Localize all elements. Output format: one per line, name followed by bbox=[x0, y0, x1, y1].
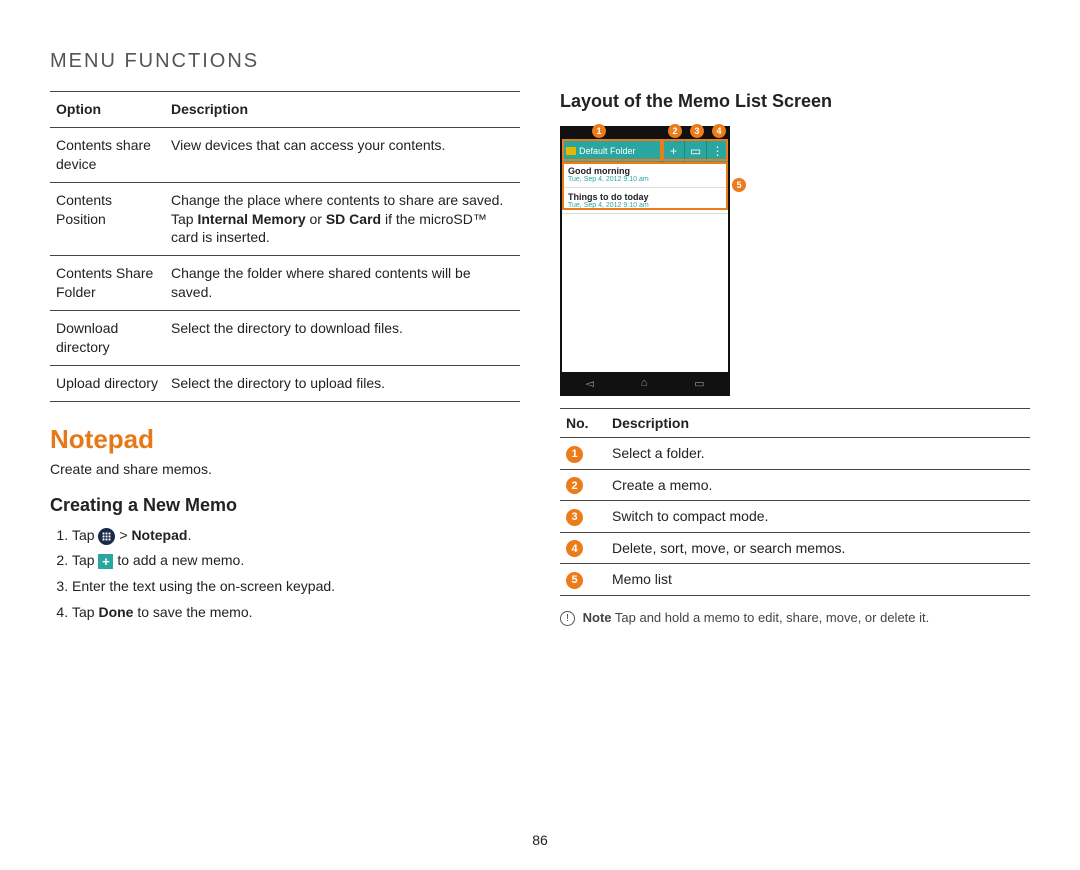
table-row: Download directory Select the directory … bbox=[50, 311, 520, 366]
phone-nav-bar: ◅ ⌂ ▭ bbox=[562, 372, 728, 394]
table-row: Upload directory Select the directory to… bbox=[50, 365, 520, 401]
recent-apps-icon[interactable]: ▭ bbox=[694, 377, 704, 390]
table-row: 4 Delete, sort, move, or search memos. bbox=[560, 532, 1030, 564]
step-3: Enter the text using the on-screen keypa… bbox=[72, 577, 520, 597]
right-column: Layout of the Memo List Screen 1 2 3 4 5… bbox=[560, 91, 1030, 628]
steps-list: Tap > Notepad. Tap + to add a new memo. … bbox=[50, 526, 520, 622]
phone-screenshot: 1 2 3 4 5 Default Folder + ▭ ⋮ bbox=[560, 122, 730, 408]
callout-number: 3 bbox=[566, 509, 583, 526]
callout-5: 5 bbox=[732, 178, 746, 192]
options-table: Option Description Contents share device… bbox=[50, 91, 520, 402]
callout-1: 1 bbox=[592, 124, 606, 138]
option-name: Contents Share Folder bbox=[50, 256, 165, 311]
note-text: Tap and hold a memo to edit, share, move… bbox=[612, 610, 930, 625]
numdesc-header-no: No. bbox=[560, 409, 606, 438]
callout-desc: Create a memo. bbox=[606, 469, 1030, 501]
option-desc: Change the folder where shared contents … bbox=[165, 256, 520, 311]
note: ! Note Tap and hold a memo to edit, shar… bbox=[560, 610, 1030, 626]
option-name: Contents share device bbox=[50, 127, 165, 182]
options-header-description: Description bbox=[165, 92, 520, 128]
callout-2: 2 bbox=[668, 124, 682, 138]
page-title: MENU FUNCTIONS bbox=[50, 50, 1030, 73]
option-name: Download directory bbox=[50, 311, 165, 366]
option-name: Contents Position bbox=[50, 182, 165, 256]
page-number: 86 bbox=[0, 832, 1080, 848]
table-row: Contents share device View devices that … bbox=[50, 127, 520, 182]
memo-list: Good morning Tue, Sep 4, 2012 9:10 am Th… bbox=[562, 162, 728, 372]
notepad-subtitle: Create and share memos. bbox=[50, 461, 520, 477]
option-desc: Change the place where contents to share… bbox=[165, 182, 520, 256]
creating-memo-heading: Creating a New Memo bbox=[50, 495, 520, 516]
callout-desc: Delete, sort, move, or search memos. bbox=[606, 532, 1030, 564]
step-2: Tap + to add a new memo. bbox=[72, 551, 520, 571]
apps-icon bbox=[98, 528, 115, 545]
note-icon: ! bbox=[560, 611, 575, 626]
callout-number: 1 bbox=[566, 446, 583, 463]
table-row: 3 Switch to compact mode. bbox=[560, 501, 1030, 533]
callout-desc: Memo list bbox=[606, 564, 1030, 596]
table-row: 1 Select a folder. bbox=[560, 438, 1030, 470]
callout-3: 3 bbox=[690, 124, 704, 138]
callout-number: 5 bbox=[566, 572, 583, 589]
back-icon[interactable]: ◅ bbox=[585, 377, 593, 390]
left-column: Option Description Contents share device… bbox=[50, 91, 520, 628]
layout-heading: Layout of the Memo List Screen bbox=[560, 91, 1030, 112]
callout-number: 2 bbox=[566, 477, 583, 494]
callout-4: 4 bbox=[712, 124, 726, 138]
callout-description-table: No. Description 1 Select a folder. 2 Cre… bbox=[560, 408, 1030, 596]
option-desc: View devices that can access your conten… bbox=[165, 127, 520, 182]
step-4: Tap Done to save the memo. bbox=[72, 603, 520, 623]
callout-desc: Select a folder. bbox=[606, 438, 1030, 470]
option-desc: Select the directory to upload files. bbox=[165, 365, 520, 401]
table-row: Contents Position Change the place where… bbox=[50, 182, 520, 256]
table-row: 2 Create a memo. bbox=[560, 469, 1030, 501]
outline-memo-list bbox=[562, 162, 728, 210]
numdesc-header-desc: Description bbox=[606, 409, 1030, 438]
outline-folder bbox=[562, 139, 662, 161]
home-icon[interactable]: ⌂ bbox=[641, 377, 648, 389]
table-row: 5 Memo list bbox=[560, 564, 1030, 596]
step-1: Tap > Notepad. bbox=[72, 526, 520, 546]
note-label: Note bbox=[583, 610, 612, 625]
callout-desc: Switch to compact mode. bbox=[606, 501, 1030, 533]
option-name: Upload directory bbox=[50, 365, 165, 401]
callout-number: 4 bbox=[566, 540, 583, 557]
option-desc: Select the directory to download files. bbox=[165, 311, 520, 366]
options-header-option: Option bbox=[50, 92, 165, 128]
outline-toolbar-buttons bbox=[662, 139, 728, 161]
notepad-heading: Notepad bbox=[50, 424, 520, 455]
phone-toolbar: Default Folder + ▭ ⋮ bbox=[562, 140, 728, 162]
table-row: Contents Share Folder Change the folder … bbox=[50, 256, 520, 311]
plus-icon: + bbox=[98, 554, 113, 569]
